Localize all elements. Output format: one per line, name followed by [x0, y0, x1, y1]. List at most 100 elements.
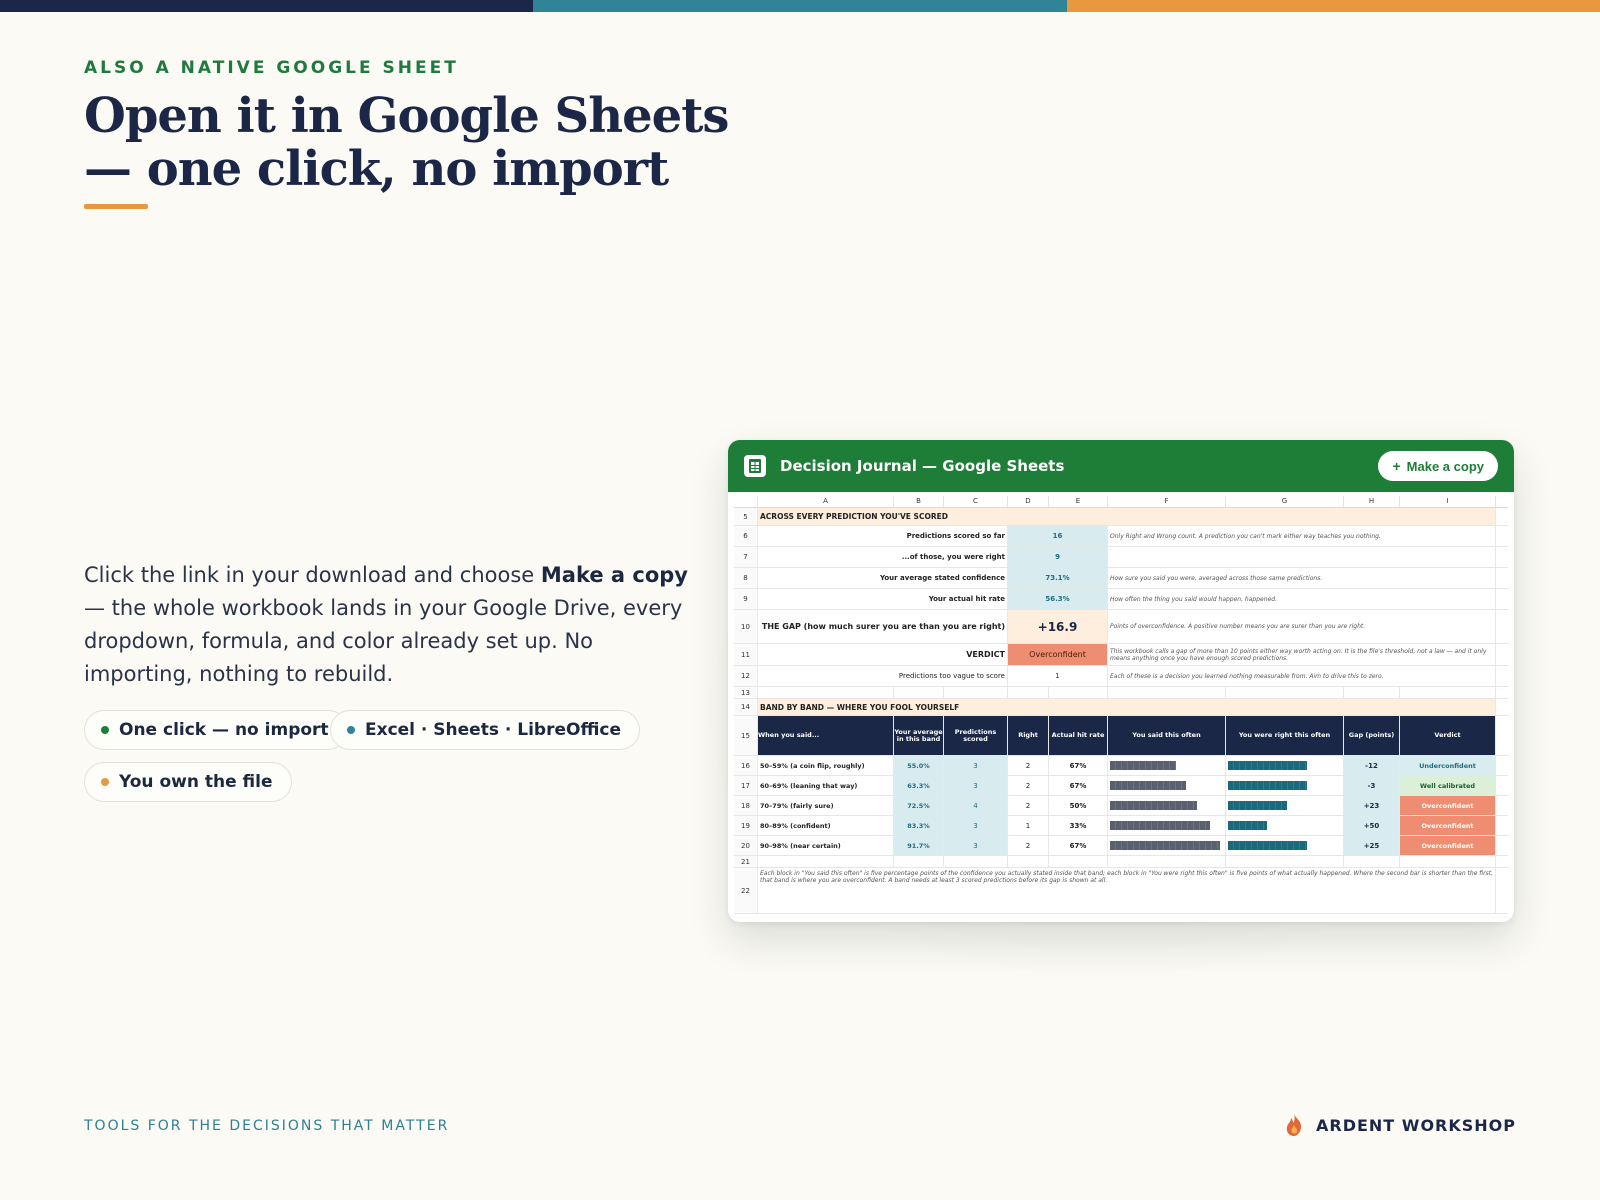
- right-bar-cell[interactable]: [1226, 776, 1344, 795]
- section-heading[interactable]: ACROSS EVERY PREDICTION YOU'VE SCORED: [758, 508, 1496, 525]
- stat-value[interactable]: 16: [1008, 526, 1108, 546]
- band-header-cell[interactable]: Your average in this band: [894, 716, 944, 755]
- empty-cell[interactable]: [1226, 687, 1344, 698]
- verdict-note[interactable]: This workbook calls a gap of more than 1…: [1108, 644, 1496, 665]
- column-header[interactable]: E: [1049, 496, 1108, 507]
- said-bar-cell[interactable]: [1108, 816, 1226, 835]
- vague-value[interactable]: 1: [1008, 666, 1108, 686]
- stat-label[interactable]: Your average stated confidence: [758, 568, 1008, 588]
- empty-cell[interactable]: [1108, 856, 1226, 867]
- vague-label[interactable]: Predictions too vague to score: [758, 666, 1008, 686]
- column-header[interactable]: H: [1344, 496, 1400, 507]
- corner-cell[interactable]: [734, 496, 758, 507]
- footer-brand[interactable]: ARDENT WORKSHOP: [1284, 1113, 1516, 1137]
- right-bar-cell[interactable]: [1226, 816, 1344, 835]
- vague-note[interactable]: Each of these is a decision you learned …: [1108, 666, 1496, 686]
- row-number[interactable]: 10: [734, 610, 758, 643]
- row-number[interactable]: 16: [734, 756, 758, 775]
- row-number[interactable]: 19: [734, 816, 758, 835]
- said-bar-cell[interactable]: [1108, 756, 1226, 775]
- empty-cell[interactable]: [1226, 856, 1344, 867]
- stat-label[interactable]: ...of those, you were right: [758, 547, 1008, 567]
- empty-cell[interactable]: [1049, 856, 1108, 867]
- band-scored[interactable]: 4: [944, 796, 1008, 815]
- gap-note[interactable]: Points of overconfidence. A positive num…: [1108, 610, 1496, 643]
- said-bar-cell[interactable]: [1108, 796, 1226, 815]
- stat-note[interactable]: How sure you said you were, averaged acr…: [1108, 568, 1496, 588]
- stat-label[interactable]: Your actual hit rate: [758, 589, 1008, 609]
- verdict-value[interactable]: Overconfident: [1008, 644, 1108, 665]
- column-header[interactable]: A: [758, 496, 894, 507]
- band-name[interactable]: 70–79% (fairly sure): [758, 796, 894, 815]
- footnote-cell[interactable]: Each block in "You said this often" is f…: [758, 868, 1496, 913]
- row-number[interactable]: 7: [734, 547, 758, 567]
- stat-value[interactable]: 56.3%: [1008, 589, 1108, 609]
- empty-cell[interactable]: [944, 687, 1008, 698]
- gap-value[interactable]: +16.9: [1008, 610, 1108, 643]
- spreadsheet-grid[interactable]: A B C D E F G H I 5 ACROSS EVERY PREDICTION YOU'VE…: [734, 496, 1508, 914]
- row-number[interactable]: 6: [734, 526, 758, 546]
- band-header-cell[interactable]: When you said...: [758, 716, 894, 755]
- empty-cell[interactable]: [758, 687, 894, 698]
- said-bar-cell[interactable]: [1108, 776, 1226, 795]
- right-bar-cell[interactable]: [1226, 836, 1344, 855]
- band-header-cell[interactable]: Verdict: [1400, 716, 1496, 755]
- empty-cell[interactable]: [1344, 687, 1400, 698]
- row-number[interactable]: 22: [734, 868, 758, 913]
- right-bar-cell[interactable]: [1226, 796, 1344, 815]
- empty-cell[interactable]: [1008, 856, 1049, 867]
- row-number[interactable]: 20: [734, 836, 758, 855]
- band-right[interactable]: 2: [1008, 756, 1049, 775]
- empty-cell[interactable]: [758, 856, 894, 867]
- section-heading[interactable]: BAND BY BAND — WHERE YOU FOOL YOURSELF: [758, 699, 1496, 715]
- row-number[interactable]: 14: [734, 699, 758, 715]
- empty-cell[interactable]: [894, 856, 944, 867]
- band-verdict[interactable]: Well calibrated: [1400, 776, 1496, 795]
- band-right[interactable]: 2: [1008, 796, 1049, 815]
- band-hit[interactable]: 50%: [1049, 796, 1108, 815]
- stat-note[interactable]: How often the thing you said would happe…: [1108, 589, 1496, 609]
- band-avg[interactable]: 83.3%: [894, 816, 944, 835]
- make-a-copy-button[interactable]: + Make a copy: [1378, 451, 1498, 481]
- right-bar-cell[interactable]: [1226, 756, 1344, 775]
- column-header[interactable]: D: [1008, 496, 1049, 507]
- column-header[interactable]: I: [1400, 496, 1496, 507]
- band-right[interactable]: 1: [1008, 816, 1049, 835]
- row-number[interactable]: 17: [734, 776, 758, 795]
- band-hit[interactable]: 33%: [1049, 816, 1108, 835]
- empty-cell[interactable]: [1049, 687, 1108, 698]
- band-avg[interactable]: 91.7%: [894, 836, 944, 855]
- band-header-cell[interactable]: Right: [1008, 716, 1049, 755]
- band-header-cell[interactable]: You said this often: [1108, 716, 1226, 755]
- row-number[interactable]: 13: [734, 687, 758, 698]
- row-number[interactable]: 15: [734, 716, 758, 755]
- band-gap[interactable]: +23: [1344, 796, 1400, 815]
- stat-label[interactable]: Predictions scored so far: [758, 526, 1008, 546]
- column-header[interactable]: F: [1108, 496, 1226, 507]
- band-name[interactable]: 90–98% (near certain): [758, 836, 894, 855]
- band-scored[interactable]: 3: [944, 756, 1008, 775]
- band-hit[interactable]: 67%: [1049, 756, 1108, 775]
- band-scored[interactable]: 3: [944, 836, 1008, 855]
- band-name[interactable]: 50–59% (a coin flip, roughly): [758, 756, 894, 775]
- empty-cell[interactable]: [1008, 687, 1049, 698]
- stat-note[interactable]: [1108, 547, 1496, 567]
- empty-cell[interactable]: [1344, 856, 1400, 867]
- band-verdict[interactable]: Overconfident: [1400, 816, 1496, 835]
- band-verdict[interactable]: Underconfident: [1400, 756, 1496, 775]
- column-header[interactable]: G: [1226, 496, 1344, 507]
- verdict-label[interactable]: VERDICT: [758, 644, 1008, 665]
- empty-cell[interactable]: [944, 856, 1008, 867]
- band-header-cell[interactable]: Gap (points): [1344, 716, 1400, 755]
- band-name[interactable]: 80–89% (confident): [758, 816, 894, 835]
- band-name[interactable]: 60–69% (leaning that way): [758, 776, 894, 795]
- band-gap[interactable]: +25: [1344, 836, 1400, 855]
- column-header[interactable]: B: [894, 496, 944, 507]
- band-header-cell[interactable]: You were right this often: [1226, 716, 1344, 755]
- band-header-cell[interactable]: Predictions scored: [944, 716, 1008, 755]
- stat-value[interactable]: 9: [1008, 547, 1108, 567]
- row-number[interactable]: 21: [734, 856, 758, 867]
- said-bar-cell[interactable]: [1108, 836, 1226, 855]
- band-avg[interactable]: 55.0%: [894, 756, 944, 775]
- row-number[interactable]: 12: [734, 666, 758, 686]
